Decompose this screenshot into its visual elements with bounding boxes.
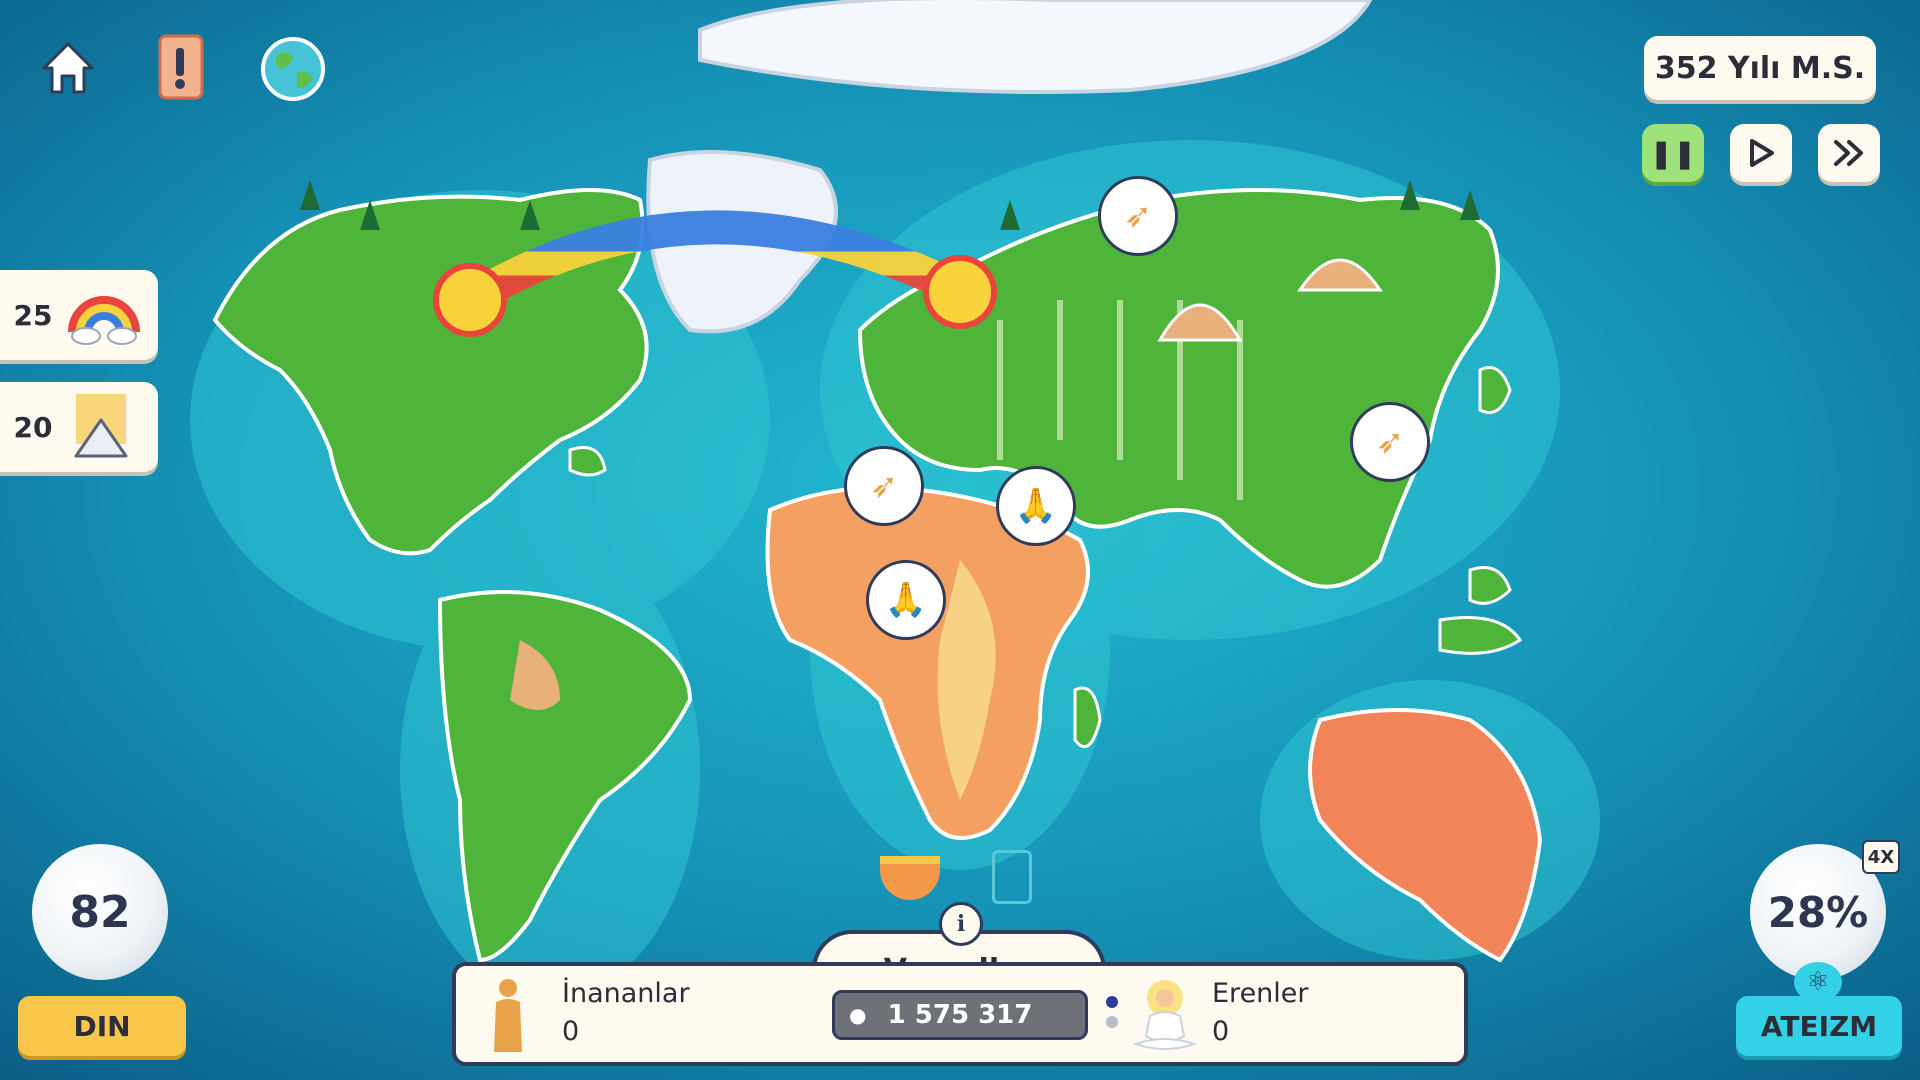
religion-button[interactable]: DIN <box>18 996 186 1056</box>
alert-scroll-icon <box>158 34 204 100</box>
pause-icon: ❚❚ <box>1649 136 1697 170</box>
home-icon <box>42 42 94 94</box>
population-dots <box>1106 1016 1118 1028</box>
saint-meditating-icon <box>1132 980 1198 1050</box>
map-marker-wing-3[interactable]: ➶ <box>844 446 924 526</box>
divine-light-power-count: 20 <box>13 410 53 444</box>
home-button[interactable] <box>34 34 102 102</box>
map-marker-wing-1[interactable]: ➶ <box>1098 176 1178 256</box>
population-counter: ● 1 575 317 <box>832 990 1088 1040</box>
atheism-button[interactable]: ATEIZM <box>1736 996 1902 1056</box>
wing-flight-icon: ➶ <box>1375 422 1405 462</box>
pause-button[interactable]: ❚❚ <box>1642 124 1704 182</box>
faith-orb[interactable]: 82 <box>32 844 168 980</box>
believers-label: İnananlar <box>562 978 690 1009</box>
atom-icon: ⚛ <box>1794 962 1842 1002</box>
totem-icon[interactable] <box>992 850 1032 904</box>
map-marker-prayer-1[interactable]: 🙏 <box>996 466 1076 546</box>
faith-value: 82 <box>69 886 131 938</box>
saints-label: Erenler <box>1212 978 1309 1009</box>
religion-label: DIN <box>73 1009 131 1043</box>
wing-flight-icon: ➶ <box>1123 196 1153 236</box>
speed-multiplier-badge: 4X <box>1862 840 1900 874</box>
fast-forward-icon <box>1834 140 1863 166</box>
fast-forward-button[interactable] <box>1818 124 1880 182</box>
map-marker-wing-2[interactable]: ➶ <box>1350 402 1430 482</box>
rainbow-power-count: 25 <box>13 298 53 332</box>
rainbow-burst <box>923 255 997 329</box>
speed-multiplier-value: 4X <box>1867 846 1895 868</box>
divine-light-power-card[interactable]: 20 <box>0 382 158 472</box>
divine-light-pyramid-icon <box>74 394 128 458</box>
game-date: 352 Yılı M.S. <box>1644 36 1876 100</box>
atheism-value: 28% <box>1767 887 1869 937</box>
believer-figure-icon <box>494 979 522 1052</box>
population-value: 1 575 317 <box>887 1000 1033 1030</box>
rainbow-power-card[interactable]: 25 <box>0 270 158 360</box>
atheism-label: ATEIZM <box>1760 1009 1878 1043</box>
rainbow-burst <box>433 263 507 337</box>
believers-value: 0 <box>562 1016 580 1047</box>
map-marker-prayer-2[interactable]: 🙏 <box>866 560 946 640</box>
globe-icon <box>261 37 325 101</box>
saints-value: 0 <box>1212 1016 1230 1047</box>
world-view-button[interactable] <box>258 34 328 104</box>
play-icon <box>1750 139 1774 167</box>
info-icon[interactable]: i <box>939 902 983 946</box>
population-dots <box>1106 996 1118 1008</box>
praying-hands-icon: 🙏 <box>884 580 928 620</box>
person-icon: ● <box>849 1003 867 1027</box>
praying-hands-icon: 🙏 <box>1014 486 1058 526</box>
events-scroll-button[interactable] <box>148 30 216 104</box>
rainbow-icon <box>68 296 140 345</box>
wing-flight-icon: ➶ <box>869 466 899 506</box>
play-button[interactable] <box>1730 124 1792 182</box>
